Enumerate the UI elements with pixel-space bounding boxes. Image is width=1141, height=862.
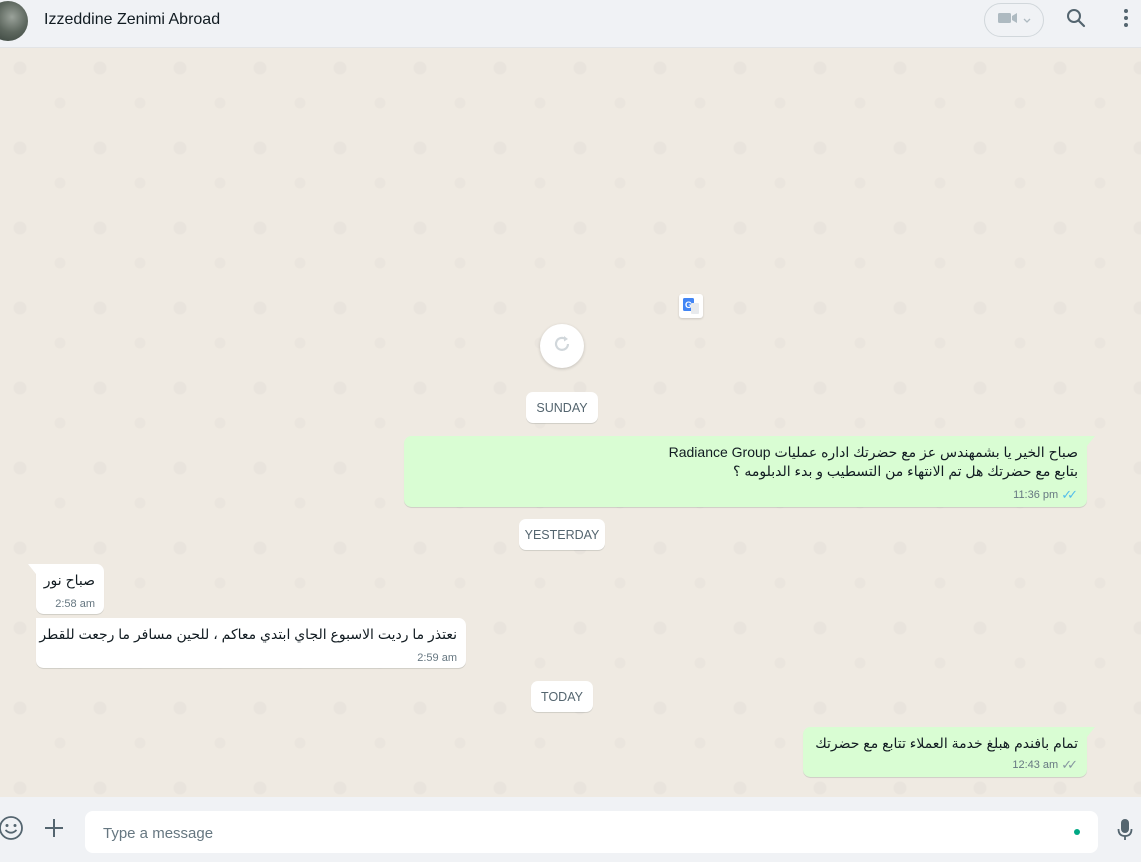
message-text-line: صباح نور <box>43 572 95 588</box>
composer-bar <box>0 797 1141 862</box>
chat-header: Izzeddine Zenimi Abroad <box>0 0 1141 48</box>
message-text-line: تمام بافندم هبلغ خدمة العملاء تتابع مع ح… <box>815 735 1078 751</box>
date-divider-today: TODAY <box>531 681 593 712</box>
message-time: 2:59 am <box>417 652 457 664</box>
video-call-icon <box>997 10 1019 31</box>
menu-button[interactable] <box>1111 5 1141 35</box>
message-meta: 2:59 am <box>417 652 457 664</box>
chevron-down-icon <box>1023 11 1031 29</box>
message-time: 2:58 am <box>55 598 95 610</box>
svg-text:G: G <box>685 300 692 310</box>
menu-icon <box>1123 8 1129 33</box>
delivered-ticks-icon: ✓✓ <box>1061 757 1078 772</box>
contact-name[interactable]: Izzeddine Zenimi Abroad <box>44 11 220 29</box>
message-bubble-outgoing[interactable]: تمام بافندم هبلغ خدمة العملاء تتابع مع ح… <box>803 727 1095 777</box>
video-call-button[interactable] <box>984 3 1044 37</box>
voice-message-button[interactable] <box>1110 817 1140 847</box>
message-text-line: صباح الخير يا بشمهندس عز مع حضرتك اداره … <box>668 444 1078 460</box>
date-divider-sunday: SUNDAY <box>526 392 598 423</box>
microphone-icon <box>1117 818 1133 847</box>
message-list[interactable]: G SUNDAY صباح الخير يا بشمهندس عز مع حضر… <box>0 48 1141 797</box>
date-divider-yesterday: YESTERDAY <box>519 519 605 550</box>
avatar[interactable] <box>0 1 28 41</box>
attach-button[interactable] <box>39 815 69 845</box>
message-meta: 12:43 am ✓✓ <box>1012 757 1078 773</box>
message-meta: 11:36 pm ✓✓ <box>1013 487 1078 503</box>
emoji-button[interactable] <box>0 815 26 845</box>
attach-plus-icon <box>44 818 64 843</box>
message-bubble-outgoing[interactable]: صباح الخير يا بشمهندس عز مع حضرتك اداره … <box>404 436 1095 507</box>
status-dot <box>1074 829 1080 835</box>
message-input[interactable] <box>101 811 1065 855</box>
message-meta: 2:58 am <box>55 598 95 610</box>
search-button[interactable] <box>1061 5 1091 35</box>
refresh-icon <box>552 334 572 359</box>
message-input-box[interactable] <box>85 811 1098 855</box>
emoji-icon <box>0 815 24 846</box>
message-text-line: نعتذر ما رديت الاسبوع الجاي ابتدي معاكم … <box>39 626 457 642</box>
message-text-line: بتابع مع حضرتك هل تم الانتهاء من التسطيب… <box>733 463 1078 479</box>
message-bubble-incoming[interactable]: صباح نور 2:58 am <box>28 564 104 614</box>
translate-icon[interactable]: G <box>679 294 703 318</box>
refresh-button[interactable] <box>540 324 584 368</box>
read-ticks-icon: ✓✓ <box>1061 487 1078 502</box>
message-time: 11:36 pm <box>1013 489 1059 501</box>
search-icon <box>1066 8 1086 33</box>
message-time: 12:43 am <box>1012 759 1059 771</box>
message-bubble-incoming[interactable]: نعتذر ما رديت الاسبوع الجاي ابتدي معاكم … <box>36 618 466 668</box>
